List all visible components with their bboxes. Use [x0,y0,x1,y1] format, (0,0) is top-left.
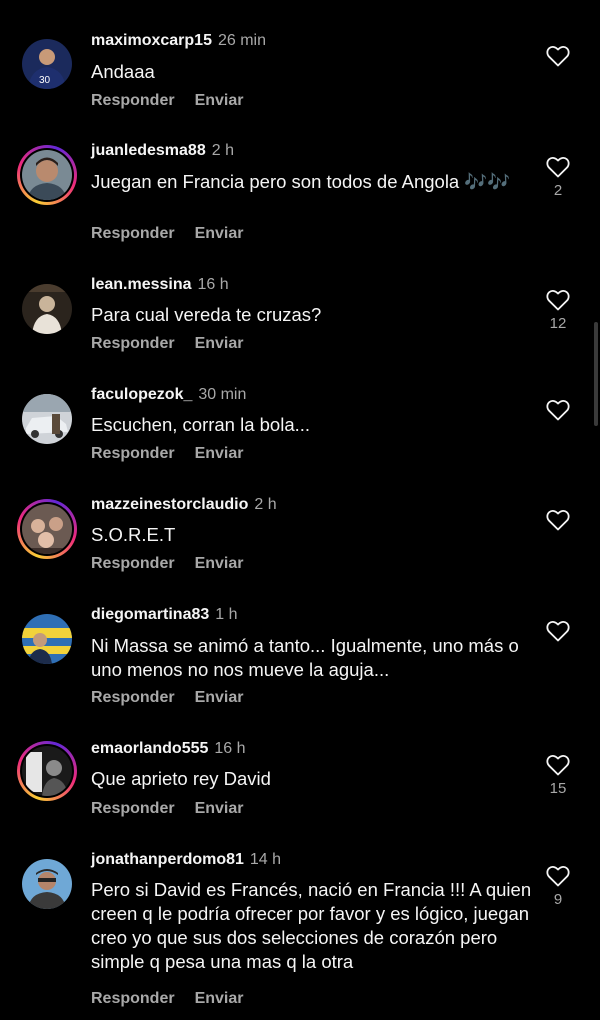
comment-username[interactable]: juanledesma88 [91,142,206,159]
comment-time: 2 h [211,142,234,159]
svg-text:30: 30 [39,75,51,86]
user-avatar-icon [22,614,72,664]
heart-icon[interactable] [546,620,570,642]
comment-time: 16 h [197,276,229,293]
heart-icon[interactable] [546,156,570,178]
user-avatar-icon [22,150,72,200]
comment-item: diegomartina83 1 h Ni Massa se animó a ta… [0,590,600,725]
comment-text: Para cual vereda te cruzas? [91,304,322,325]
avatar[interactable]: 30 [17,34,77,94]
comment-item: emaorlando555 16 h Que aprieto rey David … [0,725,600,840]
like-count: 9 [553,891,563,908]
comment-time: 16 h [214,740,246,757]
reply-button[interactable]: Responder [91,689,175,706]
reply-button[interactable]: Responder [91,800,175,817]
reply-button[interactable]: Responder [91,335,175,352]
comment-username[interactable]: mazzeinestorclaudio [91,496,248,513]
send-button[interactable]: Enviar [195,555,244,572]
user-avatar-icon [22,284,72,334]
avatar[interactable] [17,609,77,669]
user-avatar-icon: 30 [22,39,72,89]
comment-time: 2 h [254,496,277,513]
like-count: 15 [549,780,567,797]
heart-icon[interactable] [546,509,570,531]
send-button[interactable]: Enviar [195,689,244,706]
heart-icon[interactable] [546,865,570,887]
heart-icon[interactable] [546,289,570,311]
comment-item: faculopezok_ 30 min Escuchen, corran la b… [0,370,600,480]
avatar[interactable] [17,389,77,449]
send-button[interactable]: Enviar [195,445,244,462]
comment-item: jonathanperdomo81 14 h Pero si David es F… [0,840,600,1020]
comment-item: 30 maximoxcarp15 26 min Andaaa Responder E… [0,0,600,120]
send-button[interactable]: Enviar [195,225,244,242]
user-avatar-icon [22,746,72,796]
user-avatar-icon [22,504,72,554]
comment-username[interactable]: faculopezok_ [91,386,192,403]
send-button[interactable]: Enviar [195,990,244,1007]
user-avatar-icon [22,394,72,444]
heart-icon[interactable] [546,45,570,67]
comment-time: 14 h [249,851,282,868]
reply-button[interactable]: Responder [91,990,175,1007]
comment-time: 30 min [198,386,247,403]
like-count: 12 [549,315,567,332]
comment-username[interactable]: lean.messina [91,276,192,293]
avatar[interactable] [17,499,77,559]
reply-button[interactable]: Responder [91,445,175,462]
send-button[interactable]: Enviar [195,335,244,352]
heart-icon[interactable] [546,754,570,776]
user-avatar-icon [22,859,72,909]
comment-username[interactable]: emaorlando555 [91,740,208,757]
comment-item: mazzeinestorclaudio 2 h S.O.R.E.T Respond… [0,480,600,590]
comment-text: Ni Massa se animó a tanto... Igualmente,… [91,635,519,680]
reply-button[interactable]: Responder [91,225,175,242]
comment-item: juanledesma88 2 h Juegan en Francia pero … [0,120,600,260]
send-button[interactable]: Enviar [195,92,244,109]
comment-time: 26 min [217,32,266,49]
comment-text: S.O.R.E.T [91,524,176,545]
like-count: 2 [553,182,563,199]
avatar[interactable] [17,741,77,801]
reply-button[interactable]: Responder [91,555,175,572]
avatar[interactable] [17,145,77,205]
comment-text: Escuchen, corran la bola... [91,414,311,435]
comment-item: lean.messina 16 h Para cual vereda te cru… [0,260,600,370]
send-button[interactable]: Enviar [195,800,244,817]
comment-text: Juegan en Francia pero son todos de Ango… [91,171,511,192]
comment-username[interactable]: jonathanperdomo81 [91,851,244,868]
avatar[interactable] [17,279,77,339]
comment-text: Que aprieto rey David [91,768,271,789]
heart-icon[interactable] [546,399,570,421]
avatar[interactable] [17,854,77,914]
comment-text: Pero si David es Francés, nació en Franc… [91,879,532,972]
comment-username[interactable]: maximoxcarp15 [91,32,212,49]
comment-text: Andaaa [91,61,155,82]
scrollbar[interactable] [594,322,598,426]
comment-username[interactable]: diegomartina83 [91,606,209,623]
reply-button[interactable]: Responder [91,92,175,109]
comment-time: 1 h [215,606,238,623]
